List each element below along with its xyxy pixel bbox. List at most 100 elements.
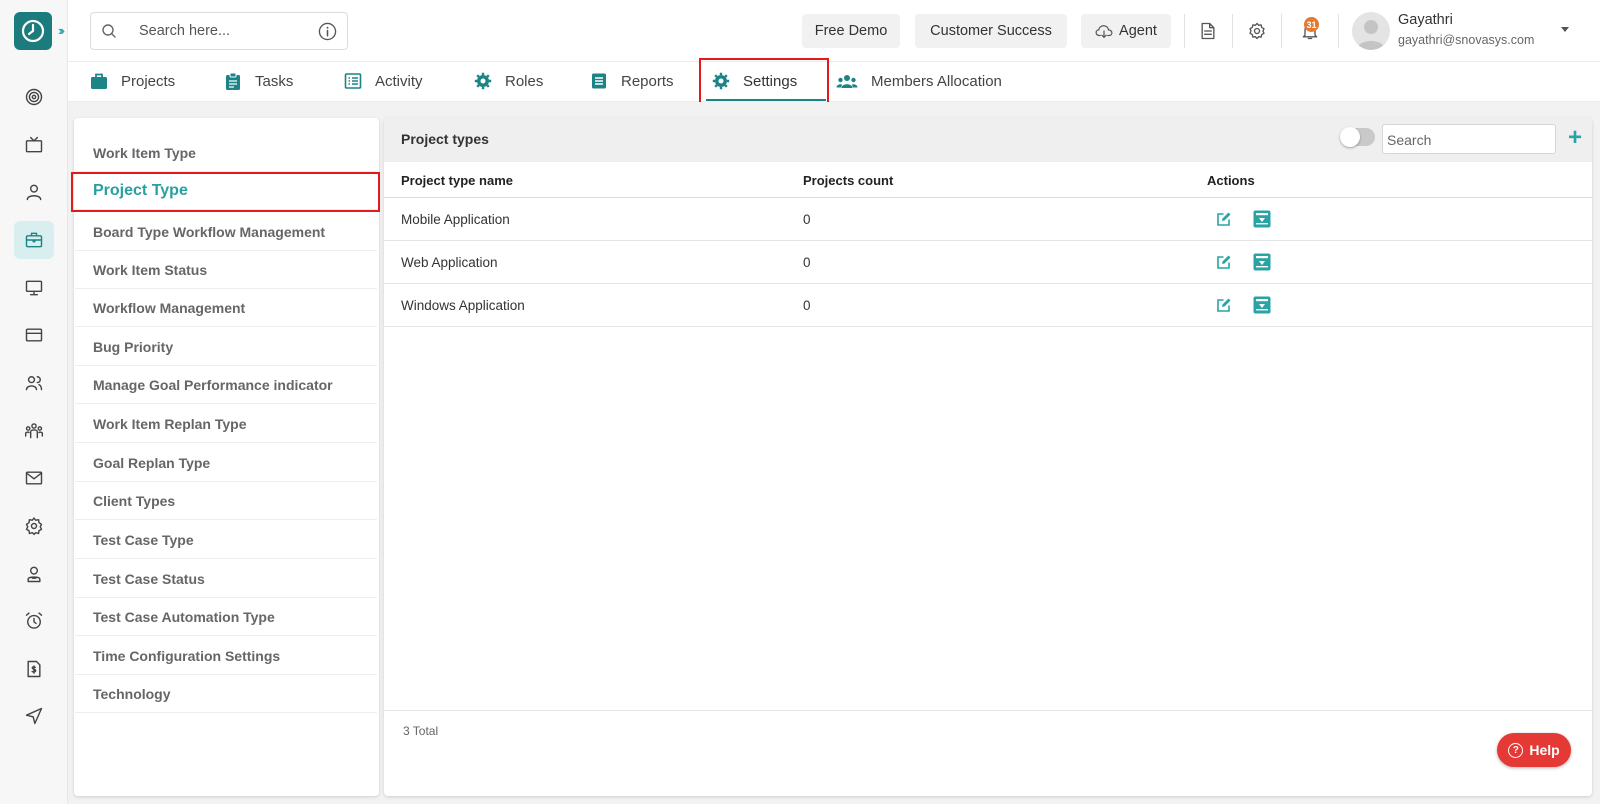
rail-user-icon[interactable]	[14, 173, 54, 211]
panel-title: Project types	[401, 131, 489, 147]
menu-item-technology[interactable]: Technology	[75, 675, 377, 713]
menu-item-goal-replan-type[interactable]: Goal Replan Type	[75, 444, 377, 482]
total-count: 3 Total	[403, 724, 439, 738]
tab-tasks[interactable]: Tasks	[224, 62, 293, 100]
rail-briefcase-icon[interactable]	[14, 221, 54, 259]
grid-search[interactable]	[1382, 124, 1556, 154]
menu-item-goal-performance-indicator[interactable]: Manage Goal Performance indicator	[75, 366, 377, 404]
free-demo-button[interactable]: Free Demo	[802, 14, 900, 48]
rail-users-icon[interactable]	[14, 364, 54, 402]
edit-icon[interactable]	[1215, 296, 1233, 314]
project-type-name: Mobile Application	[401, 212, 510, 227]
settings-menu: Work Item Type Project Type Board Type W…	[74, 118, 379, 796]
header-divider	[1281, 14, 1282, 48]
table-header: Project type name Projects count Actions	[384, 162, 1592, 198]
project-type-name: Web Application	[401, 255, 498, 270]
menu-item-time-configuration-settings[interactable]: Time Configuration Settings	[75, 637, 377, 675]
report-icon	[592, 73, 606, 89]
help-button[interactable]: ? Help	[1497, 733, 1571, 767]
rail-person-badge-icon[interactable]	[14, 555, 54, 593]
document-icon[interactable]	[1196, 19, 1220, 43]
app-logo[interactable]	[14, 12, 52, 50]
tab-reports[interactable]: Reports	[590, 62, 674, 100]
rail-settings-icon[interactable]	[14, 507, 54, 545]
help-label: Help	[1529, 742, 1560, 758]
list-icon	[344, 73, 362, 89]
projects-count: 0	[803, 255, 811, 270]
edit-icon[interactable]	[1215, 210, 1233, 228]
tab-label: Projects	[121, 72, 176, 90]
tab-label: Reports	[621, 72, 674, 90]
column-header-name[interactable]: Project type name	[401, 173, 513, 188]
archive-icon[interactable]	[1253, 296, 1271, 314]
table-row: Windows Application 0	[384, 284, 1592, 327]
rail-send-icon[interactable]	[14, 697, 54, 735]
add-project-type-button[interactable]: +	[1564, 124, 1586, 152]
tab-members-allocation[interactable]: Members Allocation	[836, 62, 1002, 100]
menu-item-bug-priority[interactable]: Bug Priority	[75, 328, 377, 366]
menu-item-client-types[interactable]: Client Types	[75, 482, 377, 520]
rail-credit-card-icon[interactable]	[14, 316, 54, 354]
menu-item-work-item-status[interactable]: Work Item Status	[75, 251, 377, 289]
tab-label: Members Allocation	[871, 72, 1002, 90]
menu-item-test-case-type[interactable]: Test Case Type	[75, 521, 377, 559]
left-nav-rail: ›››	[0, 0, 68, 804]
tab-activity[interactable]: Activity	[344, 62, 423, 100]
tab-label: Tasks	[255, 72, 294, 90]
question-icon: ?	[1508, 742, 1524, 758]
project-type-highlight-box	[71, 172, 380, 212]
projects-count: 0	[803, 298, 811, 313]
briefcase-icon	[91, 73, 107, 89]
agent-label: Agent	[1119, 23, 1157, 39]
table-row: Web Application 0	[384, 241, 1592, 284]
global-search-input[interactable]	[139, 21, 309, 41]
info-icon[interactable]	[318, 22, 337, 41]
menu-item-work-item-replan-type[interactable]: Work Item Replan Type	[75, 405, 377, 443]
cloud-download-icon	[1095, 25, 1113, 39]
panel-footer-divider	[384, 710, 1592, 711]
rail-team-icon[interactable]	[14, 412, 54, 450]
header-divider	[1338, 14, 1339, 48]
rail-invoice-icon[interactable]	[14, 650, 54, 688]
expand-sidebar-icon[interactable]: ›››	[58, 23, 65, 38]
default-avatar-icon	[1357, 20, 1385, 50]
rail-mail-icon[interactable]	[14, 459, 54, 497]
project-types-panel: Project types + Project type name Projec…	[384, 118, 1592, 796]
archive-icon[interactable]	[1253, 253, 1271, 271]
projects-count: 0	[803, 212, 811, 227]
panel-header: Project types +	[384, 118, 1592, 162]
user-name: Gayathri	[1398, 12, 1453, 28]
clock-logo-icon	[21, 19, 45, 43]
clipboard-icon	[226, 72, 240, 90]
grid-search-input[interactable]	[1387, 130, 1547, 150]
avatar[interactable]	[1352, 12, 1390, 50]
global-search[interactable]	[90, 12, 348, 50]
column-header-count[interactable]: Projects count	[803, 173, 893, 188]
rail-tv-icon[interactable]	[14, 126, 54, 164]
settings-gear-icon[interactable]	[1245, 19, 1269, 43]
agent-button[interactable]: Agent	[1081, 14, 1171, 48]
menu-item-test-case-automation-type[interactable]: Test Case Automation Type	[75, 598, 377, 636]
notification-badge: 31	[1304, 17, 1319, 32]
edit-icon[interactable]	[1215, 253, 1233, 271]
header-divider	[1184, 14, 1185, 48]
archive-icon[interactable]	[1253, 210, 1271, 228]
gear-icon	[474, 72, 492, 90]
rail-dashboard-icon[interactable]	[14, 78, 54, 116]
project-type-name: Windows Application	[401, 298, 525, 313]
user-menu-chevron-down-icon[interactable]	[1561, 27, 1569, 32]
tab-projects[interactable]: Projects	[90, 62, 175, 100]
menu-item-workflow-management[interactable]: Workflow Management	[75, 289, 377, 327]
archive-toggle[interactable]	[1340, 127, 1375, 147]
menu-item-board-type-workflow-management[interactable]: Board Type Workflow Management	[75, 213, 377, 251]
user-email: gayathri@snovasys.com	[1398, 33, 1535, 47]
table-row: Mobile Application 0	[384, 198, 1592, 241]
menu-item-test-case-status[interactable]: Test Case Status	[75, 560, 377, 598]
header-divider	[1232, 14, 1233, 48]
rail-alarm-icon[interactable]	[14, 602, 54, 640]
project-tabs	[68, 62, 1600, 102]
menu-item-work-item-type[interactable]: Work Item Type	[75, 134, 377, 172]
rail-monitor-icon[interactable]	[14, 269, 54, 307]
customer-success-button[interactable]: Customer Success	[915, 14, 1067, 48]
tab-roles[interactable]: Roles	[474, 62, 543, 100]
